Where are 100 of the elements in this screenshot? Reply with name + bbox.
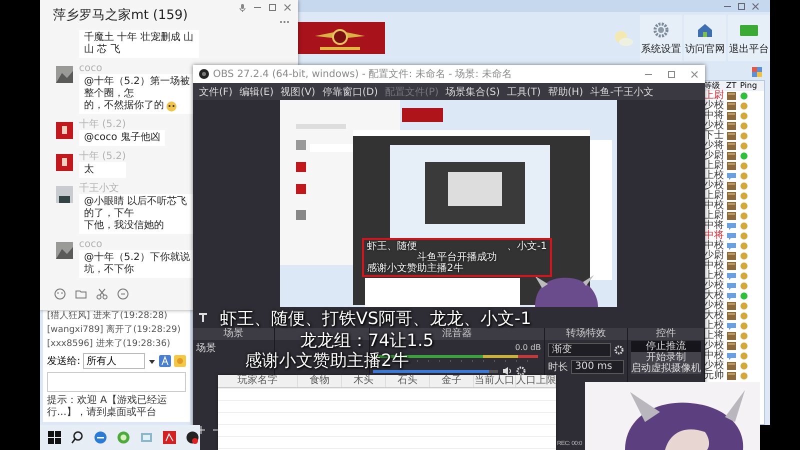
chat-bubble-icon — [726, 171, 737, 181]
caption-text: 感谢小文赞助主播2牛 — [367, 263, 464, 274]
close-icon[interactable] — [283, 3, 292, 12]
close-icon[interactable] — [751, 2, 760, 10]
menu-item[interactable]: 视图(V) — [280, 84, 316, 98]
box-icon — [726, 301, 737, 311]
box-icon — [726, 91, 737, 101]
more-icon[interactable] — [279, 20, 290, 24]
rank-text: 少校 — [704, 341, 725, 351]
caption-text: 虾王、随便、打铁VS阿哥、龙龙、小文-1 — [220, 310, 532, 329]
box-icon — [726, 371, 737, 381]
duration-field[interactable]: 300 ms — [571, 360, 624, 374]
maximize-icon[interactable] — [667, 70, 676, 78]
skin-icon[interactable] — [752, 67, 762, 77]
column-header: Ping — [740, 81, 754, 91]
rank-text: 上尉 — [704, 211, 725, 221]
app-icon[interactable] — [117, 431, 130, 444]
rank-text: 少尉 — [704, 251, 725, 261]
system-message: [xxx8596] 进来了(19:28:36) — [47, 339, 172, 350]
scissors-icon[interactable] — [96, 288, 108, 300]
browser-icon[interactable] — [94, 431, 107, 444]
avatar-image[interactable] — [56, 122, 73, 139]
box-icon — [726, 141, 737, 151]
rank-text: 大校 — [704, 311, 725, 321]
dock-header: 转场特效 — [545, 328, 627, 340]
menu-item[interactable]: 帮助(H) — [548, 84, 584, 98]
box-icon — [726, 331, 737, 341]
menu-item[interactable]: 停靠窗口(D) — [322, 84, 378, 98]
message-text: @coco 鬼子他凶 — [84, 132, 160, 144]
chat-title: 萍乡罗马之家mt (159) — [53, 7, 188, 24]
control-button[interactable]: 停止推流 — [631, 341, 701, 352]
box-icon — [726, 181, 737, 191]
search-icon[interactable] — [71, 431, 84, 444]
menu-item[interactable]: 场景集合(S) — [446, 84, 500, 98]
maximize-icon[interactable] — [268, 3, 277, 12]
avatar-image[interactable] — [56, 154, 73, 171]
font-icon[interactable] — [159, 355, 171, 367]
scene-item[interactable]: 场景 — [196, 343, 216, 355]
column-header: 等级 — [704, 81, 720, 90]
avatar-image[interactable] — [56, 186, 73, 203]
settings-icon[interactable] — [516, 366, 526, 376]
close-icon[interactable] — [690, 70, 699, 78]
chat-bubble-icon — [726, 241, 737, 251]
message-input-field[interactable] — [47, 372, 186, 392]
rank-text: 少校 — [704, 101, 725, 111]
menu-item[interactable]: 编辑(E) — [240, 84, 274, 98]
message-text: @十年（5.2）下你就说坑，不下你 — [84, 252, 191, 276]
column-header: 人口上限 — [516, 375, 556, 387]
column-header: 木头 — [342, 375, 386, 387]
obs-logo-icon — [199, 69, 209, 79]
speaker-icon[interactable] — [502, 366, 512, 376]
start-icon[interactable] — [48, 431, 61, 444]
box-icon — [726, 311, 737, 321]
control-button[interactable]: 启动虚拟摄像机 — [631, 363, 701, 374]
rank-text: 少将 — [704, 141, 725, 151]
weather-icon — [612, 28, 634, 48]
rank-text: 少校 — [704, 281, 725, 291]
sender-name: 十年 (5.2) — [79, 151, 126, 162]
column-header: ZT — [726, 81, 738, 91]
toolbar-button[interactable]: 访问官网 — [684, 15, 726, 61]
rank-text: 上校 — [704, 171, 725, 181]
rank-text: 少校 — [704, 181, 725, 191]
box-icon — [726, 151, 737, 161]
rank-text: 少尉 — [704, 151, 725, 161]
chat-bubble-icon — [726, 271, 737, 281]
chat-bubble-icon — [726, 231, 737, 241]
recipient-dropdown[interactable]: 所有人 — [83, 353, 145, 369]
message-text: 的，不然据你了的 — [84, 100, 164, 112]
notice-text: 提示：欢迎 A【游戏已经运行...】，请到桌面或平台 — [47, 395, 168, 419]
app-icon[interactable] — [163, 431, 176, 444]
chat-bubble-icon — [726, 221, 737, 231]
rank-text: 少校 — [704, 301, 725, 311]
box-icon — [726, 361, 737, 371]
text-source-icon[interactable] — [198, 312, 208, 322]
emoji-icon[interactable] — [54, 288, 66, 300]
caption-text: 、小文-1 — [507, 241, 547, 252]
maximize-icon[interactable] — [737, 2, 746, 10]
folder-icon[interactable] — [75, 288, 87, 300]
toolbar-button[interactable]: 系统设置 — [640, 15, 682, 61]
column-header: 当前人口 — [474, 375, 516, 387]
rank-text: 上尉 — [704, 91, 725, 101]
obs-icon[interactable] — [186, 431, 199, 444]
control-button[interactable]: 开始录制 — [631, 352, 701, 363]
box-icon — [726, 191, 737, 201]
sender-name: coco — [79, 239, 104, 250]
message-text: 千魔土 十年 壮宠删成 山山 芯 飞 — [84, 32, 194, 56]
box-icon — [726, 211, 737, 221]
system-message: [猎人狂风] 进来了(19:28:28) — [47, 311, 168, 322]
menu-item[interactable]: 文件(F) — [199, 84, 233, 98]
box-icon — [726, 131, 737, 141]
toolbar-button[interactable]: 退出平台 — [728, 15, 770, 61]
menu-item[interactable]: 斗鱼-千王小文 — [590, 84, 654, 98]
transition-dropdown[interactable]: 渐变 — [548, 343, 611, 357]
rank-text: 少校 — [704, 121, 725, 131]
settings-icon[interactable] — [614, 345, 624, 355]
chat-bubble-icon — [726, 291, 737, 301]
microphone-icon[interactable] — [238, 3, 247, 12]
menu-item[interactable]: 工具(T) — [506, 84, 541, 98]
caret-icon[interactable] — [148, 357, 156, 365]
chat-bubble-icon[interactable] — [117, 288, 129, 300]
